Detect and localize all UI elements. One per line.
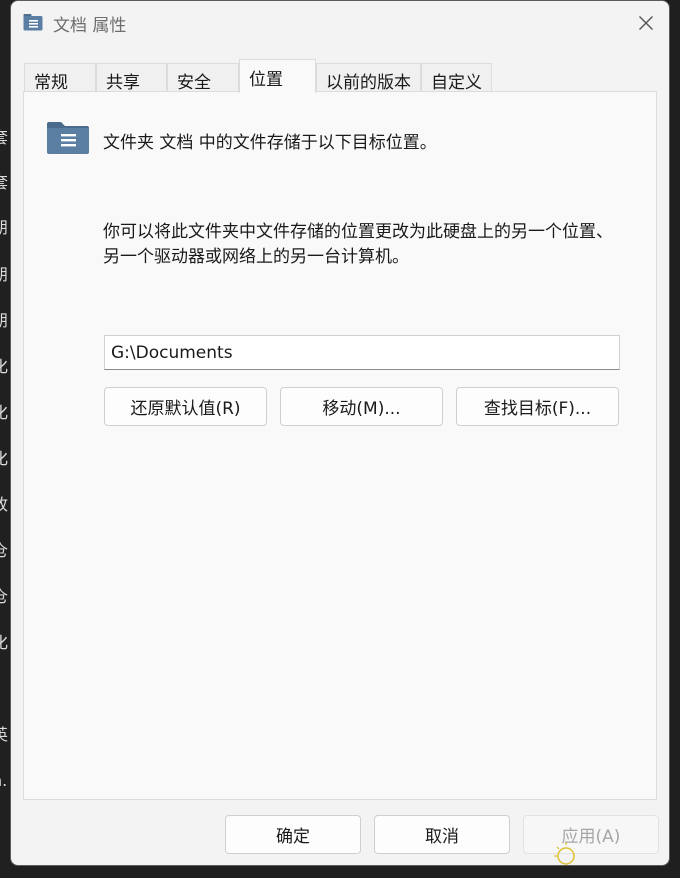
background-char: 化 <box>0 403 9 422</box>
sun-logo-icon <box>554 842 575 865</box>
background-char: 仓 <box>0 587 9 606</box>
tab-sharing[interactable]: 共享 <box>96 63 167 93</box>
background-char: 套 <box>0 128 9 147</box>
title-bar[interactable]: 文档 属性 <box>11 1 669 45</box>
background-char: 化 <box>0 357 9 376</box>
tab-general[interactable]: 常规 <box>24 63 96 93</box>
restore-default-button[interactable]: 还原默认值(R) <box>104 387 267 426</box>
location-description: 你可以将此文件夹中文件存储的位置更改为此硬盘上的另一个位置、另一个驱动器或网络上… <box>103 222 613 267</box>
tab-previous-versions[interactable]: 以前的版本 <box>316 63 421 93</box>
watermark-logo <box>548 832 670 872</box>
close-icon <box>639 16 653 30</box>
tab-location[interactable]: 位置 <box>239 59 316 93</box>
ok-button[interactable]: 确定 <box>225 815 361 854</box>
window-title: 文档 属性 <box>53 16 127 36</box>
tab-customize[interactable]: 自定义 <box>421 63 492 93</box>
tab-security[interactable]: 安全 <box>167 63 239 93</box>
background-char: 英 <box>0 725 9 744</box>
background-char: 朋 <box>0 218 9 237</box>
find-target-button[interactable]: 查找目标(F)... <box>456 387 619 426</box>
documents-folder-icon <box>47 122 89 154</box>
location-tab-panel: 文件夹 文档 中的文件存储于以下目标位置。 你可以将此文件夹中文件存储的位置更改… <box>23 91 657 800</box>
background-char: 仓 <box>0 541 9 560</box>
folder-properties-icon <box>23 14 43 31</box>
background-char: 套 <box>0 173 9 192</box>
location-path-input[interactable] <box>104 335 620 370</box>
move-button[interactable]: 移动(M)... <box>280 387 443 426</box>
background-char: 朋 <box>0 265 9 284</box>
background-window-edge: 套 套 朋 朋 朋 化 化 化 故 仓 仓 化 英 n. <box>0 0 10 878</box>
location-heading: 文件夹 文档 中的文件存储于以下目标位置。 <box>103 133 437 153</box>
background-char: n. <box>0 771 8 790</box>
background-char: 化 <box>0 633 9 652</box>
background-char: 朋 <box>0 311 9 330</box>
close-button[interactable] <box>623 1 669 45</box>
background-char: 化 <box>0 449 9 468</box>
background-char: 故 <box>0 495 9 514</box>
properties-dialog: 文档 属性 常规 共享 安全 位置 以前的版本 自定义 文件夹 文档 中的文件存… <box>10 0 670 866</box>
cancel-button[interactable]: 取消 <box>374 815 510 854</box>
